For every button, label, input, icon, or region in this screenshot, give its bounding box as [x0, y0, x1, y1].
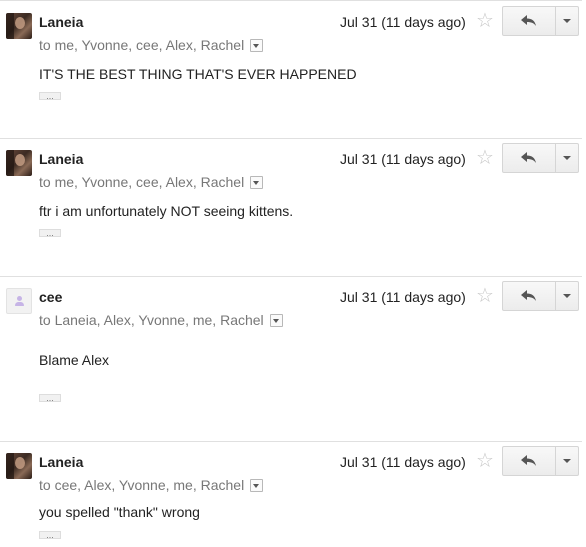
star-outline-icon[interactable]: ☆: [476, 451, 494, 471]
show-trimmed-content-button[interactable]: ...: [39, 531, 61, 539]
sender-name[interactable]: cee: [39, 289, 62, 305]
reply-button-group: [502, 281, 579, 311]
message-divider: [0, 441, 582, 442]
message-body: Blame Alex: [39, 352, 110, 368]
star-outline-icon[interactable]: ☆: [476, 286, 494, 306]
message-divider: [0, 0, 582, 1]
reply-button[interactable]: [503, 7, 556, 35]
message-date[interactable]: Jul 31 (11 days ago): [340, 151, 466, 167]
default-person-avatar-icon[interactable]: [6, 288, 32, 314]
message-body: IT'S THE BEST THING THAT'S EVER HAPPENED: [39, 66, 357, 82]
message-date[interactable]: Jul 31 (11 days ago): [340, 454, 466, 470]
recipients-text: to cee, Alex, Yvonne, me, Rachel: [39, 477, 245, 493]
message-divider: [0, 276, 582, 277]
show-trimmed-content-button[interactable]: ...: [39, 394, 61, 402]
more-options-button[interactable]: [556, 7, 578, 35]
message-date[interactable]: Jul 31 (11 days ago): [340, 14, 466, 30]
chevron-down-icon: [563, 156, 571, 160]
show-details-icon[interactable]: [250, 478, 264, 492]
more-options-button[interactable]: [556, 144, 578, 172]
reply-arrow-icon: [521, 290, 536, 301]
more-options-button[interactable]: [556, 447, 578, 475]
recipients-line: to cee, Alex, Yvonne, me, Rachel: [39, 477, 264, 493]
message-body: ftr i am unfortunately NOT seeing kitten…: [39, 203, 294, 219]
sender-avatar[interactable]: [6, 453, 32, 479]
more-options-button[interactable]: [556, 282, 578, 310]
reply-button[interactable]: [503, 447, 556, 475]
reply-button-group: [502, 6, 579, 36]
reply-button-group: [502, 143, 579, 173]
sender-name[interactable]: Laneia: [39, 454, 83, 470]
show-details-icon[interactable]: [250, 38, 264, 52]
sender-name[interactable]: Laneia: [39, 151, 83, 167]
reply-button[interactable]: [503, 282, 556, 310]
recipients-line: to me, Yvonne, cee, Alex, Rachel: [39, 174, 264, 190]
recipients-line: to me, Yvonne, cee, Alex, Rachel: [39, 37, 264, 53]
recipients-text: to me, Yvonne, cee, Alex, Rachel: [39, 174, 245, 190]
star-outline-icon[interactable]: ☆: [476, 11, 494, 31]
message-divider: [0, 138, 582, 139]
sender-name[interactable]: Laneia: [39, 14, 83, 30]
message-date[interactable]: Jul 31 (11 days ago): [340, 289, 466, 305]
show-details-icon[interactable]: [250, 175, 264, 189]
star-outline-icon[interactable]: ☆: [476, 148, 494, 168]
reply-button[interactable]: [503, 144, 556, 172]
recipients-text: to Laneia, Alex, Yvonne, me, Rachel: [39, 312, 264, 328]
show-details-icon[interactable]: [269, 313, 283, 327]
show-trimmed-content-button[interactable]: ...: [39, 229, 61, 237]
reply-arrow-icon: [521, 152, 536, 163]
recipients-line: to Laneia, Alex, Yvonne, me, Rachel: [39, 312, 283, 328]
reply-arrow-icon: [521, 15, 536, 26]
sender-avatar[interactable]: [6, 150, 32, 176]
conversation-thread: Laneia to me, Yvonne, cee, Alex, Rachel …: [0, 0, 586, 547]
show-trimmed-content-button[interactable]: ...: [39, 92, 61, 100]
message-body: you spelled "thank" wrong: [39, 504, 200, 520]
reply-arrow-icon: [521, 455, 536, 466]
chevron-down-icon: [563, 294, 571, 298]
chevron-down-icon: [563, 19, 571, 23]
sender-avatar[interactable]: [6, 13, 32, 39]
chevron-down-icon: [563, 459, 571, 463]
recipients-text: to me, Yvonne, cee, Alex, Rachel: [39, 37, 245, 53]
reply-button-group: [502, 446, 579, 476]
